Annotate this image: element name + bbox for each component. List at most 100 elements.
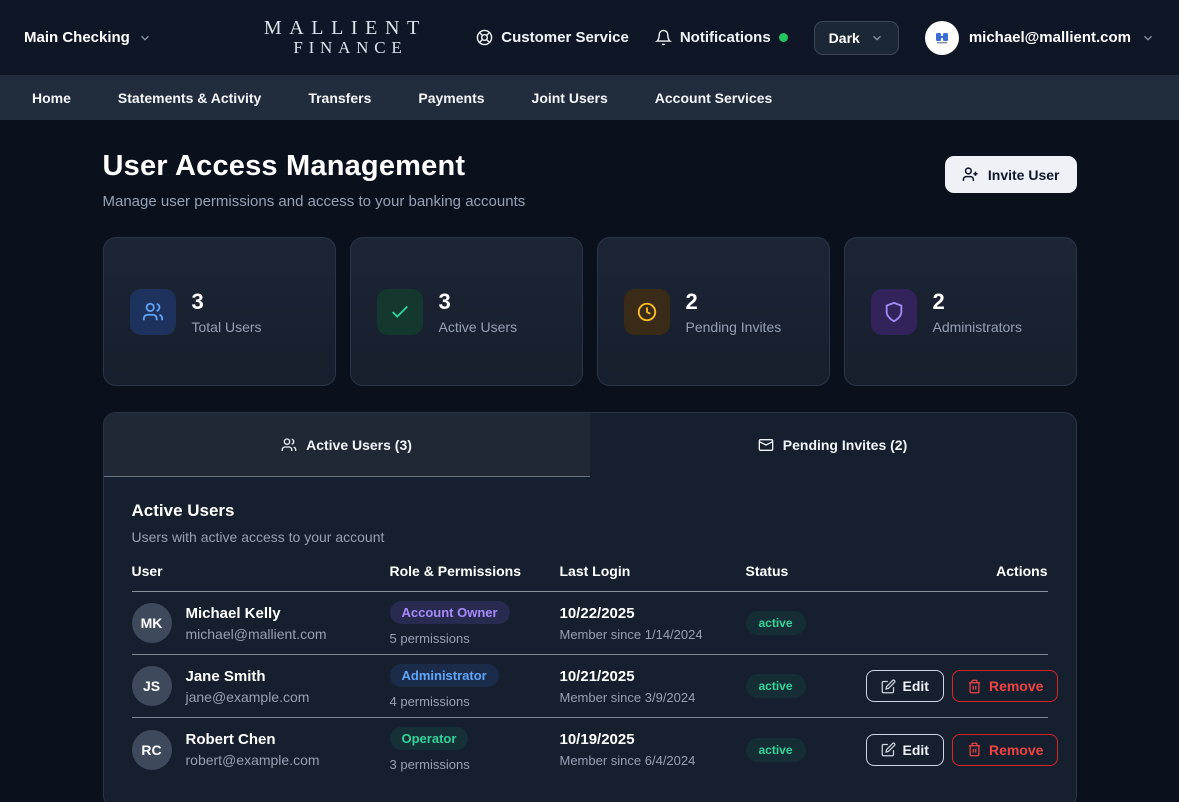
nav-item-home[interactable]: Home [32,90,71,106]
section-title: Active Users [131,501,235,520]
user-email: michael@mallient.com [968,29,1131,46]
shield-icon [870,288,917,335]
panel-tabbar: Active Users (3) Pending Invites (2) [103,413,1076,477]
avatar [924,20,959,55]
edit-user-button[interactable]: Edit [865,733,944,766]
bank-mark-icon [935,32,948,43]
theme-select[interactable]: Dark [813,20,899,55]
top-header: Main Checking MALLIENT FINANCE Customer … [0,0,1179,75]
trash-icon [968,742,981,757]
account-selector[interactable]: Main Checking [24,29,152,46]
column-header-last-login: Last Login [559,563,631,579]
stat-value: 3 [191,288,204,314]
chevron-down-icon [872,35,881,41]
member-since: Member since 6/4/2024 [559,753,696,768]
account-selector-label: Main Checking [24,29,130,46]
nav-item-statements-activity[interactable]: Statements & Activity [118,90,261,106]
table-row: JS Jane Smith jane@example.com Administr… [131,655,1059,718]
tab-active-users[interactable]: Active Users (3) [103,413,590,477]
user-email: robert@example.com [185,752,320,768]
tab-pending-invites[interactable]: Pending Invites (2) [590,413,1076,477]
last-login-date: 10/21/2025 [559,667,635,685]
primary-nav: Home Statements & Activity Transfers Pay… [0,75,1179,120]
edit-button-label: Edit [902,678,929,694]
status-badge: active [745,674,806,698]
role-badge: Operator [389,727,469,750]
avatar: JS [131,666,172,706]
brand-logo-line2: FINANCE [293,38,408,58]
user-name: Robert Chen [185,731,276,748]
edit-user-button[interactable]: Edit [865,670,944,702]
nav-item-joint-users[interactable]: Joint Users [532,90,608,106]
stat-card-administrators: 2 Administrators [843,237,1077,386]
users-icon [129,288,176,335]
brand-logo-line1: MALLIENT [263,17,427,40]
last-login-date: 10/19/2025 [559,731,635,748]
column-header-user: User [131,563,163,579]
user-plus-icon [962,167,978,181]
stat-label: Administrators [932,318,1022,335]
page-header: User Access Management Manage user permi… [103,150,1077,210]
edit-icon [881,742,895,757]
clock-icon [623,288,670,335]
app-screen: Main Checking MALLIENT FINANCE Customer … [0,0,1179,802]
check-icon [376,288,423,335]
tab-pending-invites-label: Pending Invites (2) [782,437,908,453]
avatar: MK [131,603,172,643]
edit-button-label: Edit [902,741,929,758]
remove-user-button[interactable]: Remove [951,670,1059,702]
row-actions: Edit Remove [865,733,1059,766]
table-row: RC Robert Chen robert@example.com Operat… [131,718,1059,781]
remove-button-label: Remove [988,678,1044,694]
permissions-count: 3 permissions [389,757,470,772]
stat-label: Pending Invites [685,318,782,335]
trash-icon [968,679,981,693]
member-since: Member since 1/14/2024 [559,626,703,642]
stat-label: Active Users [438,318,518,335]
stat-card-active-users: 3 Active Users [349,237,583,386]
avatar: RC [131,729,172,770]
header-actions: Customer Service Notifications Dark mich… [476,20,1155,55]
last-login-date: 10/22/2025 [559,604,635,622]
user-name: Michael Kelly [185,604,281,622]
main-content: User Access Management Manage user permi… [0,120,1179,802]
users-panel: Active Users (3) Pending Invites (2) Act… [102,412,1077,802]
notifications-label: Notifications [679,29,771,46]
member-since: Member since 3/9/2024 [559,689,696,705]
stat-value: 2 [685,288,698,314]
stats-row: 3 Total Users 3 Active Users 2 Pending I… [102,237,1077,386]
stat-value: 2 [932,288,945,314]
remove-user-button[interactable]: Remove [951,733,1059,766]
permissions-count: 5 permissions [389,630,470,646]
stat-card-pending-invites: 2 Pending Invites [596,237,830,386]
page-title: User Access Management [102,150,466,182]
user-account-menu[interactable]: michael@mallient.com [924,20,1155,55]
nav-item-account-services[interactable]: Account Services [655,90,773,106]
mail-icon [758,439,774,451]
permissions-count: 4 permissions [389,693,470,709]
table-row: MK Michael Kelly michael@mallient.com Ac… [131,592,1048,655]
chevron-down-icon [140,35,149,41]
column-header-actions: Actions [996,563,1048,579]
customer-service-label: Customer Service [501,29,629,46]
user-email: michael@mallient.com [185,625,327,642]
notifications-button[interactable]: Notifications [654,29,788,46]
user-email: jane@example.com [185,688,310,705]
brand-logo: MALLIENT FINANCE [264,17,427,58]
status-badge: active [745,737,806,762]
column-header-role: Role & Permissions [389,563,522,579]
role-badge: Administrator [389,663,499,687]
column-header-status: Status [745,563,789,579]
stat-value: 3 [438,288,451,314]
chevron-down-icon [1144,35,1152,41]
remove-button-label: Remove [988,741,1044,758]
customer-service-link[interactable]: Customer Service [476,29,629,46]
nav-item-transfers[interactable]: Transfers [308,90,371,106]
role-badge: Account Owner [389,600,510,624]
table-header-row: User Role & Permissions Last Login Statu… [131,563,1048,592]
nav-item-payments[interactable]: Payments [418,90,484,106]
lifebuoy-icon [476,29,493,46]
theme-select-value: Dark [828,29,860,46]
invite-user-button[interactable]: Invite User [944,156,1077,193]
stat-card-total-users: 3 Total Users [102,237,336,386]
